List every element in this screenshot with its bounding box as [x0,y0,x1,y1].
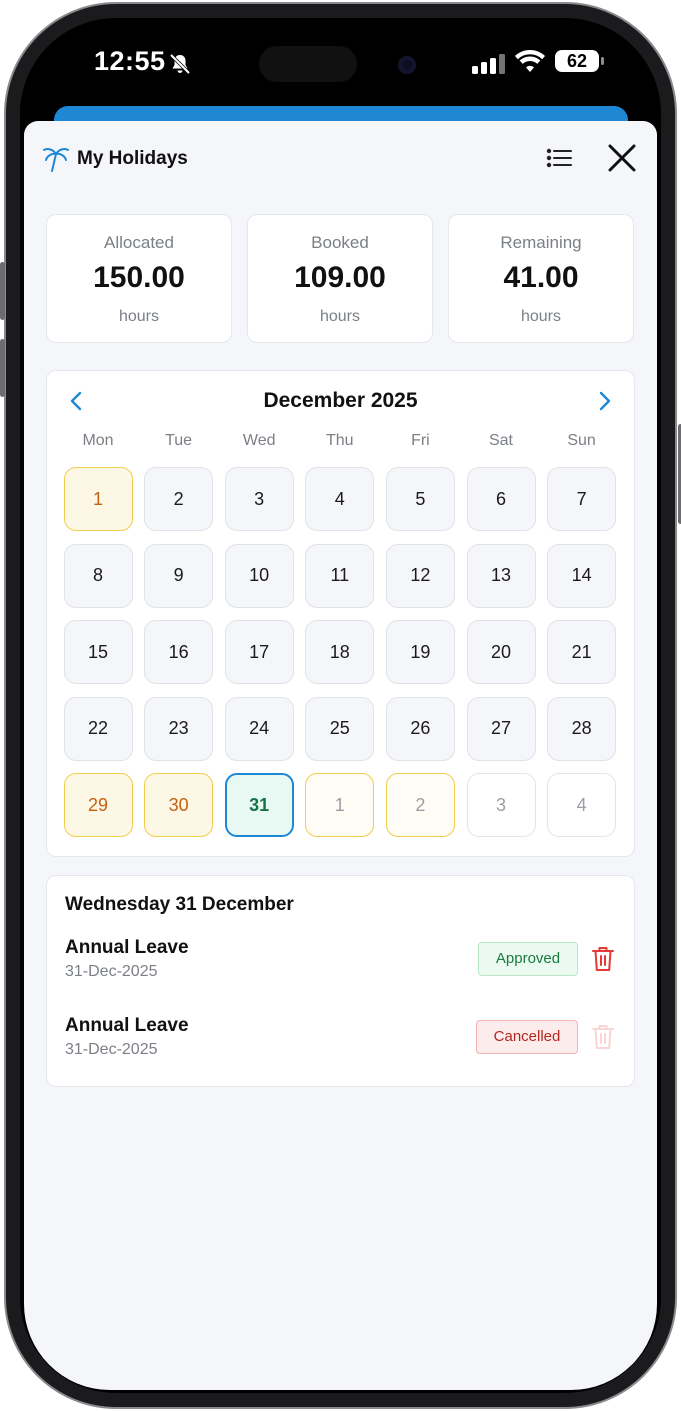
stat-unit: hours [520,308,562,325]
battery-tip [601,57,604,65]
calendar-day[interactable]: 8 [63,543,133,608]
weekday-label: Sat [488,432,513,449]
calendar-day[interactable]: 1 [305,773,375,838]
weekday-label: Fri [411,432,430,449]
sheet-header: My Holidays [24,121,657,199]
camera-icon [398,56,416,74]
leave-date: 31-Dec-2025 [65,1041,158,1058]
calendar-day[interactable]: 27 [466,696,536,761]
calendar-day[interactable]: 14 [547,543,617,608]
battery-indicator: 62 [555,50,599,72]
calendar-day[interactable]: 5 [385,467,455,531]
leave-type: Annual Leave [65,937,189,958]
list-icon[interactable] [546,147,574,169]
calendar-day[interactable]: 19 [385,620,455,685]
screen: 12:55 62 My Holidays Allocated 150.00 ho… [24,22,657,1390]
dynamic-island [259,46,357,82]
stat-card-remaining: Remaining 41.00 hours [448,214,634,343]
calendar-day[interactable]: 1 [63,467,133,531]
status-badge-approved: Approved [478,942,578,976]
weekday-label: Tue [165,432,193,449]
calendar-day[interactable]: 25 [305,696,375,761]
stat-unit: hours [319,308,361,325]
calendar-day[interactable]: 7 [547,467,617,531]
leave-date: 31-Dec-2025 [65,963,158,980]
stat-label: Booked [311,233,369,252]
stat-unit: hours [118,308,160,325]
stat-card-allocated: Allocated 150.00 hours [46,214,232,343]
weekday-label: Sun [567,432,596,449]
calendar-day[interactable]: 9 [144,543,214,608]
calendar-day[interactable]: 6 [466,467,536,531]
calendar-day[interactable]: 11 [305,543,375,608]
status-badge-cancelled: Cancelled [476,1020,578,1054]
calendar-day[interactable]: 16 [144,620,214,685]
trash-icon [592,1025,614,1049]
calendar-day[interactable]: 18 [305,620,375,685]
calendar-day[interactable]: 31 [224,773,294,838]
calendar-day[interactable]: 3 [224,467,294,531]
stat-label: Allocated [104,233,174,252]
close-icon[interactable] [606,142,638,174]
stat-label: Remaining [500,233,582,252]
status-time: 12:55 [94,46,166,76]
day-details-card: Wednesday 31 December Annual Leave 31-De… [46,875,635,1087]
stat-value: 150.00 [93,261,185,294]
weekday-label: Mon [82,432,114,449]
leave-type: Annual Leave [65,1015,189,1036]
chevron-right-icon[interactable] [592,389,616,413]
weekday-label: Thu [326,432,354,449]
stat-value: 109.00 [294,261,386,294]
calendar-day[interactable]: 10 [224,543,294,608]
selected-day-title: Wednesday 31 December [65,894,294,915]
calendar-day[interactable]: 2 [385,773,455,838]
cellular-signal-icon [472,54,505,74]
wifi-icon [515,50,545,72]
page-title: My Holidays [77,148,188,169]
calendar-day[interactable]: 24 [224,696,294,761]
stat-card-booked: Booked 109.00 hours [247,214,433,343]
volume-down-button [0,339,5,397]
calendar-month-label: December 2025 [263,389,418,412]
bell-slash-icon [169,53,191,75]
calendar-day[interactable]: 12 [385,543,455,608]
calendar-day[interactable]: 17 [224,620,294,685]
trash-icon[interactable] [592,946,614,972]
weekday-label: Wed [242,432,276,449]
calendar-day[interactable]: 13 [466,543,536,608]
palm-tree-icon [43,148,69,172]
calendar-day[interactable]: 4 [305,467,375,531]
calendar-day[interactable]: 15 [63,620,133,685]
calendar-day[interactable]: 26 [385,696,455,761]
holidays-sheet: My Holidays Allocated 150.00 hours Booke… [24,121,657,1390]
weekday-header: Mon Tue Wed Thu Fri Sat Sun [47,432,634,452]
calendar-day[interactable]: 28 [547,696,617,761]
calendar-day[interactable]: 3 [466,773,536,838]
calendar-day[interactable]: 20 [466,620,536,685]
calendar-day[interactable]: 22 [63,696,133,761]
calendar-day[interactable]: 23 [144,696,214,761]
volume-up-button [0,262,5,320]
calendar-day[interactable]: 4 [547,773,617,838]
calendar-day[interactable]: 30 [144,773,214,838]
calendar-card: December 2025 Mon Tue Wed Thu Fri Sat Sun 1234… [46,370,635,857]
stat-value: 41.00 [503,261,579,294]
calendar-day[interactable]: 21 [547,620,617,685]
calendar-day[interactable]: 2 [144,467,214,531]
calendar-day[interactable]: 29 [63,773,133,838]
status-bar: 12:55 62 [24,22,657,106]
